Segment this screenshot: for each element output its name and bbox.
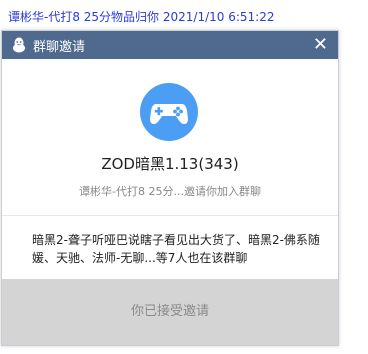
titlebar[interactable]: 群聊邀请 ✕ [2,31,338,59]
penguin-icon [13,37,25,53]
group-invite-dialog: 群聊邀请 ✕ ZOD暗黑1.13(343) 谭彬华-代打8 25分...邀请你加… [1,30,339,346]
group-name: ZOD暗黑1.13(343) [101,155,239,173]
members-text: 暗黑2-聋子听哑巴说瞎子看见出大货了、暗黑2-佛系随媛、天驰、法师-无聊...等… [32,233,320,265]
notification-text: 谭彬华-代打8 25分物品归你 2021/1/10 6:51:22 [8,10,275,24]
invite-text: 谭彬华-代打8 25分...邀请你加入群聊 [79,185,261,198]
divider [2,215,338,216]
gamepad-icon [140,83,198,141]
dialog-title: 群聊邀请 [33,39,86,55]
accept-invite-button[interactable]: 你已接受邀请 [2,279,338,345]
footer: 你已接受邀请 [2,279,338,345]
close-icon[interactable]: ✕ [313,36,328,54]
